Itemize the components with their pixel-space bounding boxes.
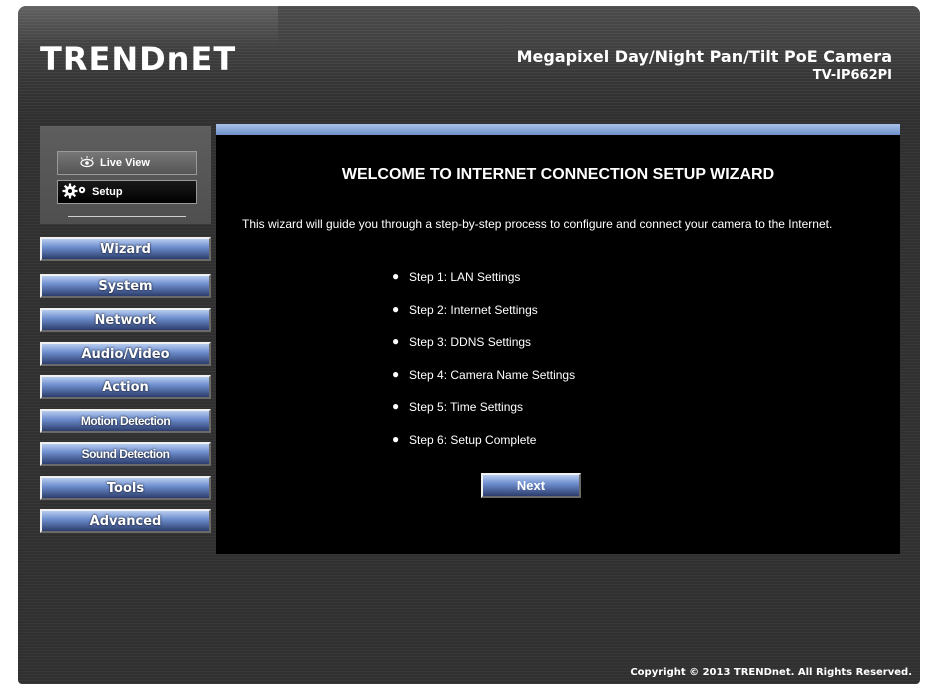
live-view-button[interactable]: Live View xyxy=(57,151,197,175)
steps-list: ● Step 1: LAN Settings ● Step 2: Internet … xyxy=(392,269,576,466)
intro-text: This wizard will guide you through a ste… xyxy=(242,217,833,231)
list-item: ● Step 1: LAN Settings xyxy=(392,269,521,284)
sidebar-item-advanced[interactable]: Advanced xyxy=(40,509,211,533)
eye-icon xyxy=(78,155,96,171)
app-window: TRENDnET Megapixel Day/Night Pan/Tilt Po… xyxy=(18,6,920,684)
list-item: ● Step 5: Time Settings xyxy=(392,399,524,415)
sidebar-item-tools[interactable]: Tools xyxy=(40,476,211,500)
trendnet-logo: TRENDnET xyxy=(40,40,237,78)
next-button[interactable]: Next xyxy=(481,473,581,498)
sidebar-item-action[interactable]: Action xyxy=(40,375,211,399)
model-number: TV-IP662PI xyxy=(812,68,892,83)
list-item: ● Step 3: DDNS Settings xyxy=(392,334,532,350)
live-view-label: Live View xyxy=(100,157,150,169)
setup-label: Setup xyxy=(92,186,123,198)
copyright: Copyright © 2013 TRENDnet. All Rights Re… xyxy=(630,667,912,678)
sidebar-item-audio-video[interactable]: Audio/Video xyxy=(40,342,211,366)
sidebar-item-network[interactable]: Network xyxy=(40,308,211,332)
sidebar-item-system[interactable]: System xyxy=(40,274,211,298)
mode-panel: Live View Setup xyxy=(40,126,211,224)
setup-button[interactable]: Setup xyxy=(57,180,197,204)
list-item: ● Step 6: Setup Complete xyxy=(392,431,537,447)
sidebar-item-sound-detection[interactable]: Sound Detection xyxy=(40,442,211,466)
header: TRENDnET Megapixel Day/Night Pan/Tilt Po… xyxy=(18,6,920,112)
page-title: WELCOME TO INTERNET CONNECTION SETUP WIZ… xyxy=(341,166,775,183)
sidebar-item-motion-detection[interactable]: Motion Detection xyxy=(40,409,211,433)
main-content: WELCOME TO INTERNET CONNECTION SETUP WIZ… xyxy=(216,124,900,554)
gear-icon xyxy=(62,183,88,202)
product-title: Megapixel Day/Night Pan/Tilt PoE Camera xyxy=(516,47,892,66)
list-item: ● Step 4: Camera Name Settings xyxy=(392,366,576,382)
divider xyxy=(68,216,186,217)
list-item: ● Step 2: Internet Settings xyxy=(392,301,538,317)
content-title-bar xyxy=(216,124,900,135)
sidebar-item-wizard[interactable]: Wizard xyxy=(40,237,211,261)
